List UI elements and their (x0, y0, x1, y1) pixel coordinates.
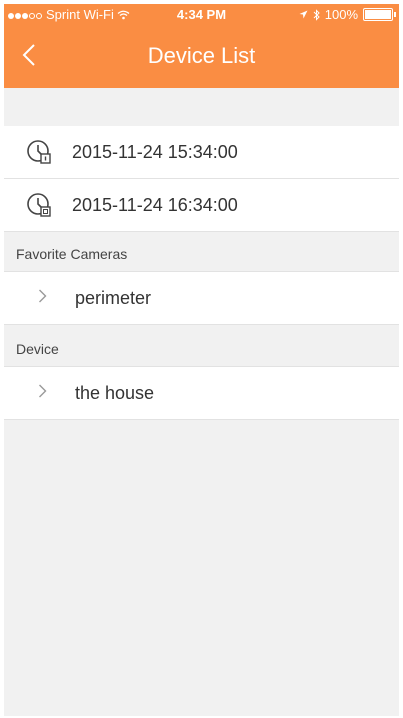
section-header-device: Device (4, 330, 399, 367)
section-title: Device (16, 341, 59, 357)
list-item-perimeter[interactable]: perimeter (4, 272, 399, 325)
section-title: Favorite Cameras (16, 246, 128, 262)
battery-percent: 100% (324, 7, 358, 22)
nav-bar: Device List (4, 26, 399, 88)
chevron-right-icon[interactable] (38, 288, 47, 309)
device-name: the house (75, 383, 155, 403)
time-row[interactable]: 2015-11-24 16:34:00 (4, 179, 399, 232)
camera-name: perimeter (75, 288, 152, 308)
header-bar: Sprint Wi-Fi 4:34 PM 100% Device List (4, 4, 399, 88)
back-button[interactable] (12, 38, 46, 72)
section-header-favorites: Favorite Cameras (4, 235, 399, 272)
page-title: Device List (147, 43, 256, 68)
bluetooth-icon (313, 8, 320, 21)
status-bar: Sprint Wi-Fi 4:34 PM 100% (4, 4, 399, 26)
clock-icon (27, 193, 51, 217)
location-arrow-icon (299, 10, 308, 19)
time-row[interactable]: 2015-11-24 15:34:00 (4, 126, 399, 179)
time-label: 2015-11-24 15:34:00 (72, 142, 238, 162)
status-right: 100% (299, 7, 396, 22)
clock-icon (27, 140, 51, 164)
list-item-the-house[interactable]: the house (4, 367, 399, 420)
app-screen: Sprint Wi-Fi 4:34 PM 100% Device List 20… (4, 4, 399, 716)
battery-icon (363, 8, 396, 21)
chevron-right-icon[interactable] (38, 383, 47, 404)
chevron-left-icon (22, 44, 35, 66)
time-label: 2015-11-24 16:34:00 (72, 195, 238, 215)
